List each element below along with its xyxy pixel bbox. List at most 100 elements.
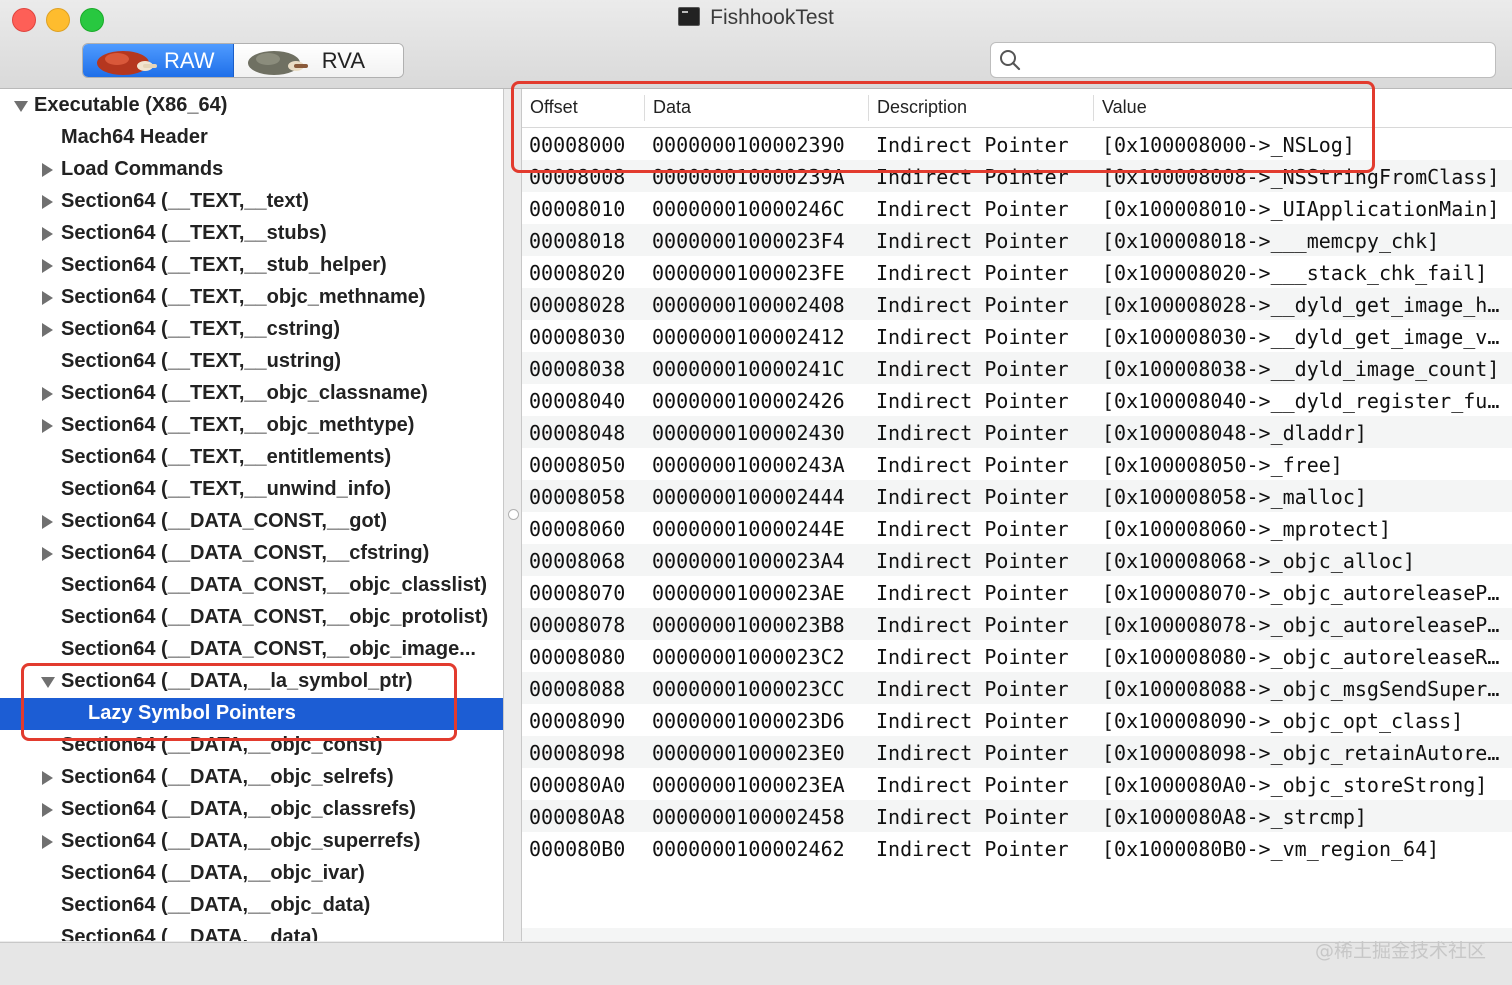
table-row[interactable]: 00008070 00000001000023AE Indirect Pointer… bbox=[522, 576, 1512, 608]
disclosure-collapsed-icon[interactable] bbox=[42, 803, 53, 817]
tree-row[interactable]: Section64 (__DATA_CONST,__objc_classlist… bbox=[0, 570, 503, 602]
disclosure-collapsed-icon[interactable] bbox=[42, 547, 53, 561]
tree-row[interactable]: Section64 (__TEXT,__objc_methtype) bbox=[0, 410, 503, 442]
tree-row[interactable]: Section64 (__TEXT,__unwind_info) bbox=[0, 474, 503, 506]
divider-handle[interactable] bbox=[508, 509, 519, 520]
table-row[interactable]: 00008030 0000000100002412 Indirect Pointer… bbox=[522, 320, 1512, 352]
table-row[interactable]: 00008098 00000001000023E0 Indirect Pointer… bbox=[522, 736, 1512, 768]
table-row[interactable]: 00008050 000000010000243A Indirect Pointer… bbox=[522, 448, 1512, 480]
table-row[interactable]: 00008028 0000000100002408 Indirect Pointer… bbox=[522, 288, 1512, 320]
disclosure-expanded-icon[interactable] bbox=[41, 677, 55, 688]
disclosure-collapsed-icon[interactable] bbox=[42, 835, 53, 849]
table-row[interactable]: 00008000 0000000100002390 Indirect Pointer… bbox=[522, 128, 1512, 160]
tree-row[interactable]: Section64 (__DATA,__objc_superrefs) bbox=[0, 826, 503, 858]
disclosure-collapsed-icon[interactable] bbox=[42, 195, 53, 209]
raw-mode-button[interactable]: RAW bbox=[83, 44, 234, 77]
description-cell: Indirect Pointer bbox=[876, 229, 1069, 253]
structure-tree[interactable]: Executable (X86_64) Mach64 Header Load Com… bbox=[0, 89, 504, 941]
disclosure-collapsed-icon[interactable] bbox=[42, 515, 53, 529]
disclosure-collapsed-icon[interactable] bbox=[42, 419, 53, 433]
tree-row[interactable]: Executable (X86_64) bbox=[0, 90, 503, 122]
table-row[interactable]: 00008078 00000001000023B8 Indirect Pointer… bbox=[522, 608, 1512, 640]
offset-cell: 00008078 bbox=[529, 613, 626, 637]
table-row[interactable]: 000080A8 0000000100002458 Indirect Pointer… bbox=[522, 800, 1512, 832]
split-view-divider[interactable] bbox=[504, 89, 522, 941]
column-header-description[interactable]: Description bbox=[877, 97, 967, 118]
tree-row-label: Section64 (__DATA,__data) bbox=[61, 926, 319, 941]
value-cell: [0x100008040->__dyld_register_fu… bbox=[1102, 389, 1500, 413]
column-header-value[interactable]: Value bbox=[1102, 97, 1147, 118]
disclosure-collapsed-icon[interactable] bbox=[42, 259, 53, 273]
data-cell: 000000010000244E bbox=[652, 517, 845, 541]
table-row[interactable]: 00008048 0000000100002430 Indirect Pointer… bbox=[522, 416, 1512, 448]
rva-mode-button[interactable]: RVA bbox=[233, 44, 403, 77]
disclosure-expanded-icon[interactable] bbox=[14, 101, 28, 112]
tree-row[interactable]: Load Commands bbox=[0, 154, 503, 186]
disclosure-collapsed-icon[interactable] bbox=[42, 291, 53, 305]
tree-row[interactable]: Section64 (__DATA,__objc_selrefs) bbox=[0, 762, 503, 794]
disclosure-collapsed-icon[interactable] bbox=[42, 387, 53, 401]
data-cell: 00000001000023FE bbox=[652, 261, 845, 285]
column-divider[interactable] bbox=[644, 95, 645, 121]
search-field[interactable] bbox=[990, 42, 1496, 78]
column-divider[interactable] bbox=[868, 95, 869, 121]
table-row[interactable]: 00008090 00000001000023D6 Indirect Pointer… bbox=[522, 704, 1512, 736]
tree-row[interactable]: Section64 (__DATA,__objc_classrefs) bbox=[0, 794, 503, 826]
search-icon bbox=[1000, 50, 1021, 71]
raw-rva-segmented-control[interactable]: RAW RVA bbox=[82, 43, 404, 78]
raw-mode-label: RAW bbox=[163, 47, 215, 73]
tree-row[interactable]: Section64 (__TEXT,__objc_classname) bbox=[0, 378, 503, 410]
tree-row[interactable]: Section64 (__DATA_CONST,__objc_protolist… bbox=[0, 602, 503, 634]
tree-row[interactable]: Section64 (__DATA_CONST,__got) bbox=[0, 506, 503, 538]
data-table[interactable]: Offset Data Description Value 00008000 00… bbox=[522, 89, 1512, 941]
tree-row[interactable]: Section64 (__TEXT,__stub_helper) bbox=[0, 250, 503, 282]
table-row[interactable]: 00008088 00000001000023CC Indirect Pointer… bbox=[522, 672, 1512, 704]
disclosure-collapsed-icon[interactable] bbox=[42, 323, 53, 337]
tree-row[interactable]: Section64 (__TEXT,__cstring) bbox=[0, 314, 503, 346]
tree-row[interactable]: Section64 (__DATA,__objc_const) bbox=[0, 730, 503, 762]
table-row[interactable]: 00008010 000000010000246C Indirect Pointer… bbox=[522, 192, 1512, 224]
offset-cell: 00008050 bbox=[529, 453, 626, 477]
tree-row[interactable]: Section64 (__DATA,__objc_data) bbox=[0, 890, 503, 922]
tree-row[interactable]: Section64 (__DATA,__objc_ivar) bbox=[0, 858, 503, 890]
disclosure-collapsed-icon[interactable] bbox=[42, 227, 53, 241]
tree-row[interactable]: Lazy Symbol Pointers bbox=[0, 698, 503, 730]
value-cell: [0x100008068->_objc_alloc] bbox=[1102, 549, 1416, 573]
description-cell: Indirect Pointer bbox=[876, 837, 1069, 861]
disclosure-collapsed-icon[interactable] bbox=[42, 771, 53, 785]
tree-row[interactable]: Section64 (__DATA_CONST,__cfstring) bbox=[0, 538, 503, 570]
table-row[interactable]: 000080B0 0000000100002462 Indirect Pointer… bbox=[522, 832, 1512, 864]
description-cell: Indirect Pointer bbox=[876, 805, 1069, 829]
table-row[interactable]: 00008040 0000000100002426 Indirect Pointer… bbox=[522, 384, 1512, 416]
column-divider[interactable] bbox=[1093, 95, 1094, 121]
tree-row[interactable]: Section64 (__TEXT,__entitlements) bbox=[0, 442, 503, 474]
table-row[interactable]: 00008008 000000010000239A Indirect Pointer… bbox=[522, 160, 1512, 192]
column-header-data[interactable]: Data bbox=[653, 97, 691, 118]
table-row[interactable]: 00008080 00000001000023C2 Indirect Pointer… bbox=[522, 640, 1512, 672]
table-row[interactable]: 00008058 0000000100002444 Indirect Pointer… bbox=[522, 480, 1512, 512]
tree-row-label: Load Commands bbox=[61, 158, 224, 180]
tree-row[interactable]: Section64 (__TEXT,__ustring) bbox=[0, 346, 503, 378]
tree-row-label: Section64 (__DATA_CONST,__got) bbox=[61, 510, 387, 532]
tree-row[interactable]: Section64 (__TEXT,__objc_methname) bbox=[0, 282, 503, 314]
column-header-offset[interactable]: Offset bbox=[530, 97, 578, 118]
tree-row[interactable]: Section64 (__DATA,__la_symbol_ptr) bbox=[0, 666, 503, 698]
table-row[interactable]: 00008068 00000001000023A4 Indirect Pointer… bbox=[522, 544, 1512, 576]
tree-row-label: Section64 (__DATA,__objc_classrefs) bbox=[61, 798, 416, 820]
disclosure-collapsed-icon[interactable] bbox=[42, 163, 53, 177]
tree-row[interactable]: Section64 (__TEXT,__text) bbox=[0, 186, 503, 218]
terminal-icon bbox=[678, 7, 701, 26]
tree-row[interactable]: Section64 (__DATA_CONST,__objc_image... bbox=[0, 634, 503, 666]
tree-row[interactable]: Mach64 Header bbox=[0, 122, 503, 154]
tree-row[interactable]: Section64 (__TEXT,__stubs) bbox=[0, 218, 503, 250]
table-row[interactable]: 00008020 00000001000023FE Indirect Pointer… bbox=[522, 256, 1512, 288]
tree-row[interactable]: Section64 (__DATA,__data) bbox=[0, 922, 503, 941]
table-row[interactable]: 000080A0 00000001000023EA Indirect Pointer… bbox=[522, 768, 1512, 800]
value-cell: [0x1000080A0->_objc_storeStrong] bbox=[1102, 773, 1488, 797]
table-row[interactable]: 00008038 000000010000241C Indirect Pointer… bbox=[522, 352, 1512, 384]
table-row[interactable]: 00008018 00000001000023F4 Indirect Pointer… bbox=[522, 224, 1512, 256]
offset-cell: 00008000 bbox=[529, 133, 626, 157]
table-row[interactable]: 00008060 000000010000244E Indirect Pointer… bbox=[522, 512, 1512, 544]
tree-row-label: Section64 (__TEXT,__cstring) bbox=[61, 318, 340, 340]
data-cell: 00000001000023EA bbox=[652, 773, 845, 797]
